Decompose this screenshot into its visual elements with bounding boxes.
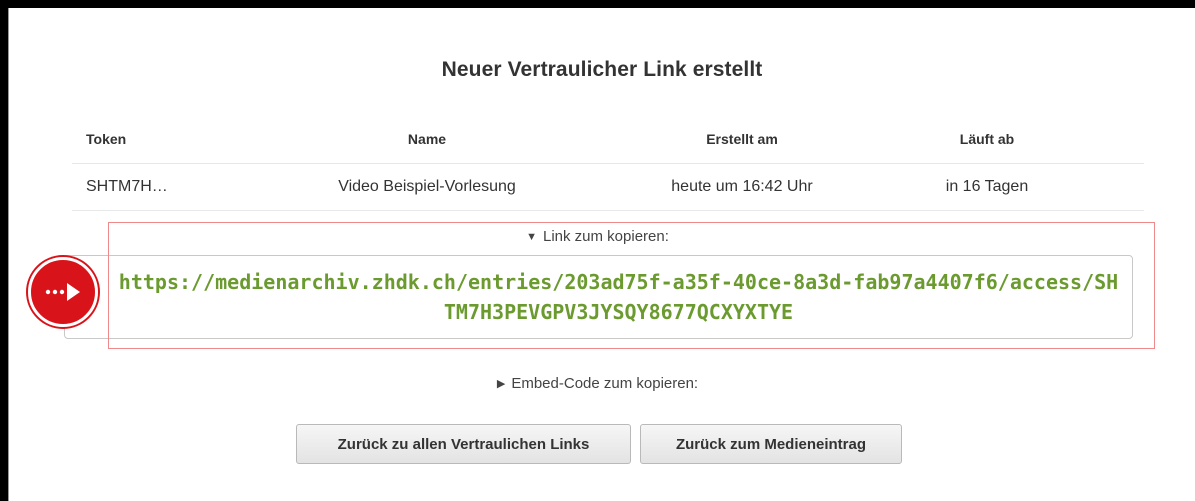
- arrow-pointer-icon: [28, 257, 98, 327]
- cell-created: heute um 16:42 Uhr: [671, 178, 813, 195]
- dialog-title: Neuer Vertraulicher Link erstellt: [441, 58, 763, 81]
- table-row: SHTM7H… Video Beispiel-Vorlesung heute u…: [72, 164, 1144, 211]
- header-created: Erstellt am: [706, 131, 778, 147]
- embed-toggle[interactable]: ▶ Embed-Code zum kopieren:: [0, 375, 1195, 392]
- header-expires: Läuft ab: [959, 131, 1015, 147]
- embed-toggle-label: Embed-Code zum kopieren:: [511, 375, 699, 392]
- table-header-row: Token Name Erstellt am Läuft ab: [72, 115, 1144, 164]
- cell-token: SHTM7H…: [86, 178, 168, 195]
- triangle-right-icon: ▶: [496, 378, 506, 390]
- back-to-all-links-button[interactable]: Zurück zu allen Vertraulichen Links: [296, 424, 631, 464]
- link-toggle[interactable]: ▼ Link zum kopieren:: [0, 228, 1195, 245]
- header-name: Name: [407, 131, 447, 147]
- cell-expires: in 16 Tagen: [945, 178, 1029, 195]
- triangle-down-icon: ▼: [526, 231, 537, 243]
- link-toggle-label: Link zum kopieren:: [542, 228, 669, 245]
- links-table: Token Name Erstellt am Läuft ab SHTM7H… …: [72, 115, 1144, 211]
- header-token: Token: [86, 131, 127, 147]
- link-url[interactable]: https://medienarchiv.zhdk.ch/entries/203…: [119, 267, 1119, 327]
- link-field[interactable]: https://medienarchiv.zhdk.ch/entries/203…: [64, 255, 1133, 339]
- back-to-media-entry-button[interactable]: Zurück zum Medieneintrag: [640, 424, 902, 464]
- cell-name: Video Beispiel-Vorlesung: [338, 178, 516, 195]
